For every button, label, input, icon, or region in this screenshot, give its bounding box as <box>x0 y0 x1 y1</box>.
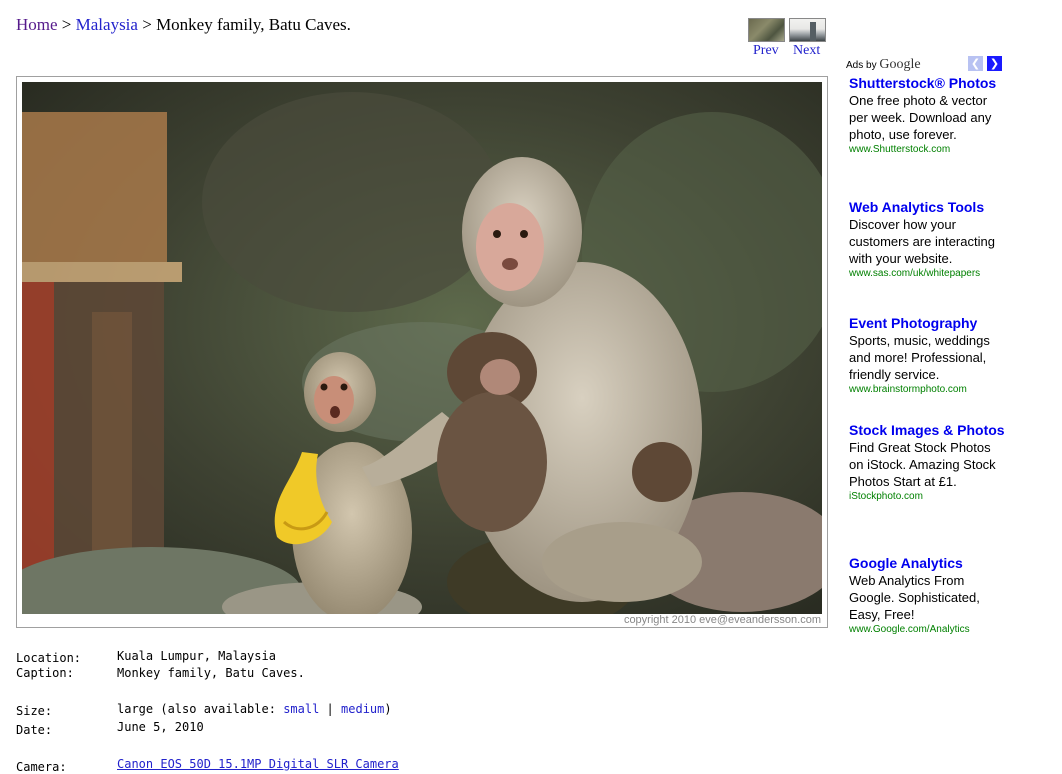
size-label: Size: <box>16 704 53 718</box>
ad-title[interactable]: Web Analytics Tools <box>849 199 1006 216</box>
breadcrumb-malaysia-link[interactable]: Malaysia <box>76 15 138 34</box>
page-title: Monkey family, Batu Caves. <box>156 15 351 34</box>
ads-header: Ads by Google ❮ ❯ <box>846 55 1006 73</box>
camera-label: Camera: <box>16 760 67 774</box>
camera-link[interactable]: Canon EOS 50D 15.1MP Digital SLR Camera <box>117 757 399 771</box>
size-medium-link[interactable]: medium <box>341 702 384 716</box>
date-value: June 5, 2010 <box>117 720 204 734</box>
size-close-paren: ) <box>384 702 392 716</box>
photo-frame: copyright 2010 eve@eveandersson.com <box>16 76 828 628</box>
size-separator: | <box>326 702 334 716</box>
ad-item[interactable]: Stock Images & Photos Find Great Stock P… <box>849 422 1006 504</box>
ad-description: Web Analytics From Google. Sophisticated… <box>849 573 980 622</box>
size-value: large (also available: small | medium) <box>117 702 392 716</box>
ad-description: Discover how your customers are interact… <box>849 217 995 266</box>
ad-title[interactable]: Event Photography <box>849 315 1006 332</box>
ads-by-google[interactable]: Ads by Google <box>846 57 921 73</box>
breadcrumb-separator: > <box>61 15 72 34</box>
size-small-link[interactable]: small <box>283 702 319 716</box>
ad-url[interactable]: www.Google.com/Analytics <box>849 623 1006 637</box>
ad-item[interactable]: Event Photography Sports, music, wedding… <box>849 315 1006 397</box>
ad-url[interactable]: www.brainstormphoto.com <box>849 383 1006 397</box>
next-link[interactable]: Next <box>793 43 820 59</box>
breadcrumb: Home > Malaysia > Monkey family, Batu Ca… <box>16 15 351 35</box>
google-logo: Google <box>879 57 921 72</box>
monkey-family-photo <box>22 82 822 614</box>
chevron-left-icon[interactable]: ❮ <box>968 56 983 71</box>
ad-title[interactable]: Shutterstock® Photos <box>849 75 1006 92</box>
caption-label: Caption: <box>16 666 74 680</box>
ad-description: One free photo & vector per week. Downlo… <box>849 93 992 142</box>
photo-illustration <box>22 82 822 614</box>
ad-title[interactable]: Stock Images & Photos <box>849 422 1006 439</box>
copyright-notice: copyright 2010 eve@eveandersson.com <box>623 614 821 626</box>
breadcrumb-home-link[interactable]: Home <box>16 15 58 34</box>
chevron-right-icon[interactable]: ❯ <box>987 56 1002 71</box>
photo-navigation: Prev Next <box>748 18 828 60</box>
prev-photo-thumbnail[interactable] <box>748 18 785 42</box>
location-label: Location: <box>16 651 82 665</box>
location-value: Kuala Lumpur, Malaysia <box>117 649 276 663</box>
ad-url[interactable]: www.sas.com/uk/whitepapers <box>849 267 1006 281</box>
ad-title[interactable]: Google Analytics <box>849 555 1006 572</box>
next-photo-thumbnail[interactable] <box>789 18 826 42</box>
ad-item[interactable]: Shutterstock® Photos One free photo & ve… <box>849 75 1006 157</box>
ads-by-label: Ads by <box>846 60 877 71</box>
ads-sidebar: Ads by Google ❮ ❯ Shutterstock® Photos O… <box>846 55 1006 635</box>
date-label: Date: <box>16 723 53 737</box>
ad-url[interactable]: iStockphoto.com <box>849 490 1006 504</box>
breadcrumb-separator: > <box>142 15 152 34</box>
ad-item[interactable]: Google Analytics Web Analytics From Goog… <box>849 555 1006 637</box>
ad-description: Find Great Stock Photos on iStock. Amazi… <box>849 440 996 489</box>
ad-url[interactable]: www.Shutterstock.com <box>849 143 1006 157</box>
ad-item[interactable]: Web Analytics Tools Discover how your cu… <box>849 199 1006 281</box>
ad-description: Sports, music, weddings and more! Profes… <box>849 333 990 382</box>
prev-link[interactable]: Prev <box>753 43 779 59</box>
caption-value: Monkey family, Batu Caves. <box>117 666 305 680</box>
size-current: large (also available: <box>117 702 276 716</box>
